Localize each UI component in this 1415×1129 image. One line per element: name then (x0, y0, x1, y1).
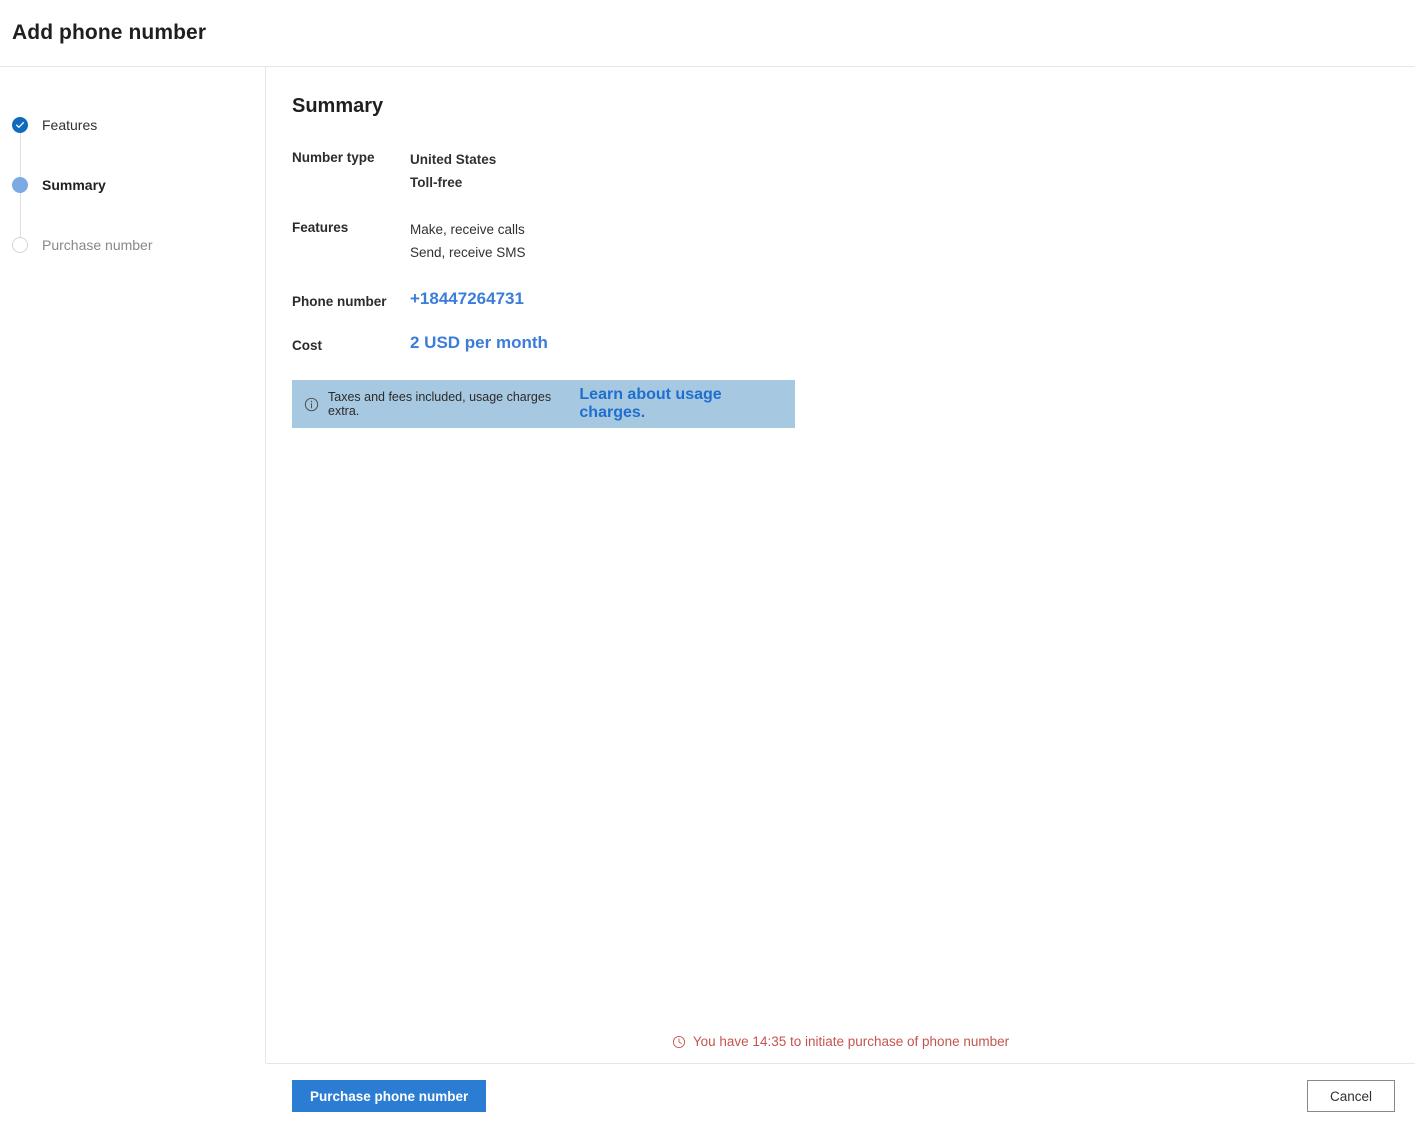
info-banner-text: Taxes and fees included, usage charges e… (328, 390, 552, 418)
field-value: Toll-free (410, 175, 463, 190)
field-value-group: United States Toll-free (410, 148, 496, 194)
footer-actions: Purchase phone number Cancel (266, 1080, 1395, 1112)
field-number-type: Number type United States Toll-free (292, 148, 1415, 194)
empty-circle-icon (12, 237, 28, 253)
summary-panel: Summary Number type United States Toll-f… (266, 67, 1415, 1063)
timer-text: You have 14:35 to initiate purchase of p… (692, 1034, 1010, 1049)
field-label: Phone number (292, 294, 387, 309)
sidebar-item-purchase-number[interactable]: Purchase number (0, 215, 265, 275)
field-cost: Cost 2 USD per month (292, 332, 1415, 354)
cost-value: 2 USD per month (410, 333, 548, 352)
phone-number-value: +18447264731 (410, 289, 524, 308)
filled-circle-icon (12, 177, 28, 193)
sidebar-item-label: Features (42, 117, 98, 133)
add-phone-number-dialog: Add phone number Features Summary Purcha… (0, 0, 1415, 1129)
sidebar-item-label: Summary (42, 177, 106, 193)
dialog-body: Features Summary Purchase number Summary… (0, 67, 1415, 1063)
field-label: Features (292, 220, 349, 235)
info-circle-icon (304, 397, 319, 412)
purchase-phone-number-button[interactable]: Purchase phone number (292, 1080, 487, 1112)
wizard-stepper: Features Summary Purchase number (0, 95, 265, 275)
purchase-timer: You have 14:35 to initiate purchase of p… (266, 1034, 1415, 1049)
sidebar-item-features[interactable]: Features (0, 95, 265, 155)
cancel-button[interactable]: Cancel (1306, 1080, 1395, 1112)
usage-charges-info-banner: Taxes and fees included, usage charges e… (292, 380, 795, 428)
check-icon (12, 117, 28, 133)
page-title: Add phone number (12, 21, 207, 44)
field-value: Make, receive calls (410, 222, 525, 237)
summary-heading: Summary (292, 95, 384, 117)
field-value: Send, receive SMS (410, 245, 526, 260)
dialog-footer: Purchase phone number Cancel (0, 1063, 1415, 1129)
field-value-group: Make, receive calls Send, receive SMS (410, 218, 526, 264)
field-phone-number: Phone number +18447264731 (292, 288, 1415, 310)
clock-icon (672, 1035, 686, 1049)
sidebar-item-label: Purchase number (42, 237, 153, 253)
learn-about-usage-charges-link[interactable]: Learn about usage charges. (579, 386, 785, 422)
field-label: Cost (292, 338, 322, 353)
field-label: Number type (292, 150, 375, 165)
field-value: United States (410, 152, 497, 167)
sidebar-item-summary[interactable]: Summary (0, 155, 265, 215)
dialog-header: Add phone number (0, 0, 1415, 67)
stepper-connector-line (19, 193, 21, 237)
field-features: Features Make, receive calls Send, recei… (292, 218, 1415, 264)
stepper-connector-line (19, 133, 21, 177)
wizard-sidebar: Features Summary Purchase number (0, 67, 266, 1063)
